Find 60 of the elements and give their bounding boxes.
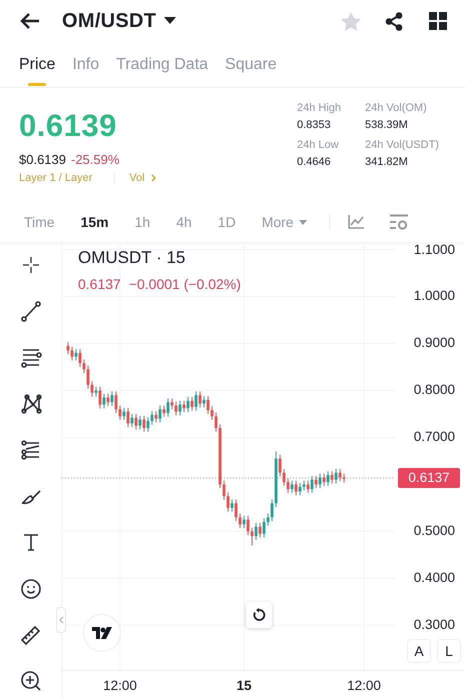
last-price: 0.6139: [19, 108, 118, 144]
current-price-tag: 0.6137: [398, 468, 460, 488]
y-axis-label: 1.1000: [414, 242, 455, 258]
y-axis-label: 0.4000: [414, 570, 455, 586]
parallel-lines-icon[interactable]: [20, 346, 42, 368]
price-change: -25.59%: [71, 152, 120, 167]
scale-button[interactable]: L: [437, 639, 461, 663]
chart-symbol: OMUSDT · 15: [78, 248, 186, 268]
y-axis-label: 0.7000: [414, 429, 455, 446]
x-axis-label: 12:00: [347, 678, 381, 694]
usd-price: $0.6139: [19, 152, 66, 167]
stat-value: 341.82M: [365, 156, 409, 168]
interval-tab[interactable]: 1D: [218, 214, 236, 230]
trend-line-icon[interactable]: [20, 300, 42, 322]
change-value: −0.0001 (−0.02%): [128, 276, 241, 292]
interval-tab[interactable]: More: [262, 214, 294, 230]
x-axis-label: 15: [236, 678, 252, 694]
fib-lines-icon[interactable]: [20, 438, 42, 461]
stat-label: 24h High: [297, 102, 342, 114]
ruler-icon[interactable]: [20, 624, 42, 646]
settings-icon[interactable]: [390, 214, 408, 230]
chart-type-icon[interactable]: [348, 215, 364, 229]
zoom-in-icon[interactable]: [20, 670, 42, 692]
y-axis-label: 0.5000: [414, 523, 455, 540]
reset-icon: [252, 608, 266, 622]
back-icon[interactable]: [20, 13, 40, 29]
y-axis-label: 0.3000: [414, 617, 455, 634]
tradingview-logo[interactable]: [83, 614, 121, 652]
caret-down-icon[interactable]: [164, 17, 176, 25]
scale-button[interactable]: A: [407, 639, 431, 663]
x-axis-label: 12:00: [103, 678, 137, 694]
stat-label: 24h Vol(USDT): [365, 139, 440, 151]
chevron-left-icon: [58, 616, 64, 624]
reset-button[interactable]: [246, 602, 272, 628]
last-value: 0.6137: [78, 276, 121, 292]
stat-value: 538.39M: [365, 119, 409, 131]
volume-link[interactable]: Vol: [129, 172, 145, 184]
tab[interactable]: Square: [225, 42, 277, 87]
interval-tab[interactable]: Time: [24, 214, 55, 230]
tab[interactable]: Price: [19, 42, 56, 87]
pattern-icon[interactable]: [20, 392, 42, 415]
tab[interactable]: Info: [72, 42, 100, 87]
smiley-icon[interactable]: [20, 578, 42, 600]
stat-label: 24h Low: [297, 139, 340, 151]
category-tag[interactable]: Layer 1 / Layer: [19, 172, 92, 184]
stat-value: 0.8353: [297, 119, 332, 131]
y-axis-label: 1.0000: [414, 288, 455, 304]
interval-tab[interactable]: 15m: [80, 214, 109, 230]
interval-tab[interactable]: 1h: [134, 214, 150, 230]
y-axis-label: 0.8000: [414, 382, 455, 398]
stat-label: 24h Vol(OM): [365, 102, 428, 114]
share-icon[interactable]: [385, 12, 403, 30]
star-icon[interactable]: [341, 12, 361, 30]
grid-icon[interactable]: [429, 12, 447, 30]
stat-value: 0.4646: [297, 156, 332, 168]
y-axis-label: 0.9000: [414, 335, 455, 352]
tab[interactable]: Trading Data: [116, 42, 208, 87]
interval-tab[interactable]: 4h: [176, 214, 192, 230]
pair-title[interactable]: OM/USDT: [62, 10, 156, 32]
collapse-handle[interactable]: [56, 607, 66, 633]
